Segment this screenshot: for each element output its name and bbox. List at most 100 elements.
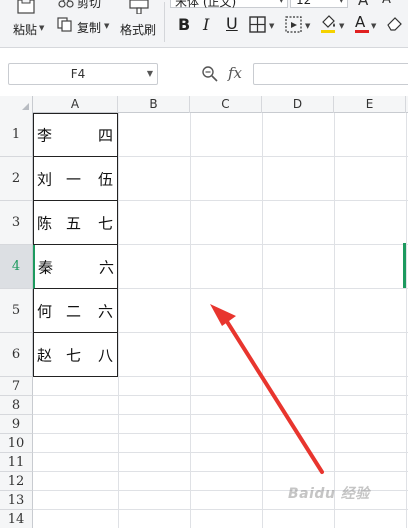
chevron-down-icon: ▼ — [146, 69, 153, 78]
row-header[interactable]: 1 — [0, 113, 33, 157]
font-color-button[interactable]: A ▼ — [352, 13, 382, 36]
row-header[interactable]: 12 — [0, 472, 33, 491]
gridline-horizontal — [33, 509, 408, 510]
column-header-a[interactable]: A — [33, 96, 118, 113]
sheet-grid: A B C D E 1 2 3 4 5 6 7 8 9 10 11 12 13 … — [0, 96, 408, 528]
cell-a3[interactable]: 陈 五 七 — [33, 201, 118, 245]
chevron-down-icon: ▼ — [339, 22, 345, 30]
chevron-down-icon: ▼ — [305, 22, 311, 30]
ribbon-spacer — [0, 48, 408, 60]
font-size-select[interactable]: 12 ▼ — [290, 0, 348, 8]
row-header-active[interactable]: 4 — [0, 245, 33, 289]
paste-label: 粘贴 — [13, 23, 38, 37]
name-box-value: F4 — [70, 67, 86, 81]
row-header[interactable]: 3 — [0, 201, 33, 245]
gridline-horizontal — [33, 395, 408, 396]
scissors-icon — [58, 0, 74, 8]
chevron-down-icon: ▼ — [104, 22, 110, 30]
cell-char: 一 — [66, 170, 82, 188]
name-box[interactable]: F4 ▼ — [8, 63, 158, 85]
paintbrush-icon — [129, 0, 149, 14]
chevron-down-icon: ▼ — [278, 0, 284, 4]
row-header[interactable]: 13 — [0, 491, 33, 510]
gridline-horizontal — [33, 471, 408, 472]
row-header[interactable]: 11 — [0, 453, 33, 472]
cell-char: 七 — [98, 214, 114, 232]
grow-font-button[interactable]: A ▲ — [356, 0, 376, 10]
bold-button[interactable]: B — [173, 14, 193, 36]
zoom-icon[interactable] — [201, 65, 219, 83]
font-size-value: 12 — [296, 0, 312, 7]
paint-bucket-icon — [322, 15, 335, 28]
cell-a6[interactable]: 赵 七 八 — [33, 333, 118, 377]
clear-format-button[interactable] — [384, 14, 408, 36]
fill-color-button[interactable]: ▼ — [318, 14, 348, 36]
format-painter-button[interactable]: 格式刷 — [118, 0, 160, 46]
row-header[interactable]: 14 — [0, 510, 33, 528]
underline-button[interactable]: U — [222, 14, 242, 36]
cell-char: 六 — [98, 302, 114, 320]
italic-icon: I — [203, 15, 210, 34]
cell-char: 何 — [37, 302, 53, 320]
gridline-horizontal — [33, 414, 408, 415]
gridline-vertical — [262, 113, 263, 528]
cell-char: 二 — [66, 302, 82, 320]
fill-color-swatch — [321, 30, 335, 33]
cell-a1[interactable]: 李 四 — [33, 113, 118, 157]
select-all-icon — [22, 103, 29, 110]
row-header[interactable]: 7 — [0, 377, 33, 396]
clipboard-icon — [17, 0, 35, 14]
cell-char: 八 — [98, 346, 114, 364]
cell-char: 伍 — [98, 170, 114, 188]
gridline-vertical — [118, 113, 119, 528]
cell-char: 七 — [66, 346, 82, 364]
copy-icon — [57, 17, 72, 32]
cell-a2[interactable]: 刘 一 伍 — [33, 157, 118, 201]
cell-format-button[interactable]: ▼ — [284, 14, 314, 36]
column-header-row: A B C D E — [0, 96, 408, 113]
spreadsheet-window: 粘贴 ▼ 剪切 复制 ▼ 格式刷 宋体 (正文) ▼ 12 ▼ A B I U … — [0, 0, 408, 528]
row-header[interactable]: 2 — [0, 157, 33, 201]
ribbon-toolbar: 粘贴 ▼ 剪切 复制 ▼ 格式刷 宋体 (正文) ▼ 12 ▼ A B I U … — [0, 0, 408, 48]
cell-char: 秦 — [38, 258, 54, 276]
cells-area[interactable]: 李 四 刘 一 伍 陈 五 七 秦 六 何 二 六 赵 七 八 — [33, 113, 408, 528]
formula-input[interactable] — [253, 63, 408, 85]
chevron-down-icon: ▼ — [371, 22, 377, 30]
column-header-e[interactable]: E — [334, 96, 406, 113]
cut-label: 剪切 — [77, 0, 102, 10]
cell-a4[interactable]: 秦 六 — [33, 245, 118, 289]
row-header[interactable]: 6 — [0, 333, 33, 377]
cell-char: 陈 — [37, 214, 53, 232]
cell-char: 六 — [99, 258, 115, 276]
shrink-font-button[interactable]: A ▼ — [380, 0, 404, 10]
shrink-font-icon: A — [382, 0, 391, 7]
borders-icon — [249, 16, 266, 33]
font-name-value: 宋体 (正文) — [175, 0, 237, 9]
copy-label: 复制 — [77, 21, 102, 35]
select-all-corner[interactable] — [0, 96, 33, 113]
bold-icon: B — [178, 15, 191, 34]
baidu-watermark: Baidu 经验 — [284, 480, 404, 506]
copy-button[interactable]: 复制 ▼ — [56, 16, 114, 36]
row-header[interactable]: 10 — [0, 434, 33, 453]
formula-bar: F4 ▼ fx — [0, 60, 408, 90]
cut-button[interactable]: 剪切 — [56, 0, 112, 10]
cell-char: 赵 — [37, 346, 53, 364]
gridline-horizontal — [33, 433, 408, 434]
chevron-down-icon: ▼ — [338, 0, 344, 4]
ribbon-separator — [164, 2, 165, 42]
font-name-select[interactable]: 宋体 (正文) ▼ — [170, 0, 288, 9]
row-header[interactable]: 5 — [0, 289, 33, 333]
cell-a5[interactable]: 何 二 六 — [33, 289, 118, 333]
italic-button[interactable]: I — [197, 14, 217, 36]
cell-char: 五 — [66, 214, 82, 232]
row-header[interactable]: 8 — [0, 396, 33, 415]
insert-function-icon[interactable]: fx — [228, 64, 242, 82]
column-header-c[interactable]: C — [190, 96, 262, 113]
underline-icon: U — [226, 14, 238, 33]
paste-button[interactable]: 粘贴 ▼ — [6, 0, 46, 46]
row-header[interactable]: 9 — [0, 415, 33, 434]
borders-button[interactable]: ▼ — [248, 14, 278, 36]
column-header-b[interactable]: B — [118, 96, 190, 113]
column-header-d[interactable]: D — [262, 96, 334, 113]
